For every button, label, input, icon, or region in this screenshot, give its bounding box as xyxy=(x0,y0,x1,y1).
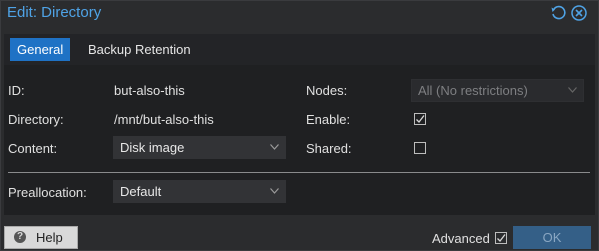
tab-backup-retention[interactable]: Backup Retention xyxy=(81,38,198,61)
id-value: but-also-this xyxy=(114,83,185,98)
content-select[interactable]: Disk image xyxy=(113,136,286,159)
nodes-select-value: All (No restrictions) xyxy=(418,83,528,98)
advanced-label: Advanced xyxy=(432,231,490,246)
reset-icon[interactable] xyxy=(550,5,566,21)
checkmark-icon xyxy=(497,234,506,242)
checkmark-icon xyxy=(416,115,425,123)
close-icon[interactable] xyxy=(571,5,587,21)
footer: ? Help Advanced OK xyxy=(1,223,598,251)
general-panel: ID: but-also-this Directory: /mnt/but-al… xyxy=(4,65,595,215)
nodes-label: Nodes: xyxy=(306,83,348,98)
chevron-down-icon xyxy=(270,144,279,150)
tab-general[interactable]: General xyxy=(10,38,71,61)
shared-label: Shared: xyxy=(306,141,352,156)
tab-bar: General Backup Retention xyxy=(4,34,595,65)
shared-checkbox[interactable] xyxy=(414,142,426,154)
preallocation-select[interactable]: Default xyxy=(113,180,286,203)
dialog-title: Edit: Directory xyxy=(7,4,102,21)
help-button[interactable]: ? Help xyxy=(4,226,78,249)
help-button-label: Help xyxy=(36,230,63,245)
content-label: Content: xyxy=(8,141,58,156)
id-label: ID: xyxy=(8,83,25,98)
directory-label: Directory: xyxy=(8,112,64,127)
title-bar: Edit: Directory xyxy=(1,1,598,27)
content-select-value: Disk image xyxy=(120,140,185,155)
nodes-select[interactable]: All (No restrictions) xyxy=(411,79,584,102)
question-icon: ? xyxy=(14,231,26,243)
ok-button[interactable]: OK xyxy=(513,226,591,249)
edit-directory-dialog: Edit: Directory General Backup Retention… xyxy=(0,0,599,251)
preallocation-label: Preallocation: xyxy=(8,185,87,200)
advanced-checkbox[interactable] xyxy=(495,232,507,244)
preallocation-select-value: Default xyxy=(120,184,162,199)
enable-checkbox[interactable] xyxy=(414,113,426,125)
section-divider xyxy=(8,172,590,173)
chevron-down-icon xyxy=(568,87,577,93)
directory-value: /mnt/but-also-this xyxy=(114,112,214,127)
chevron-down-icon xyxy=(270,188,279,194)
enable-label: Enable: xyxy=(306,112,351,127)
